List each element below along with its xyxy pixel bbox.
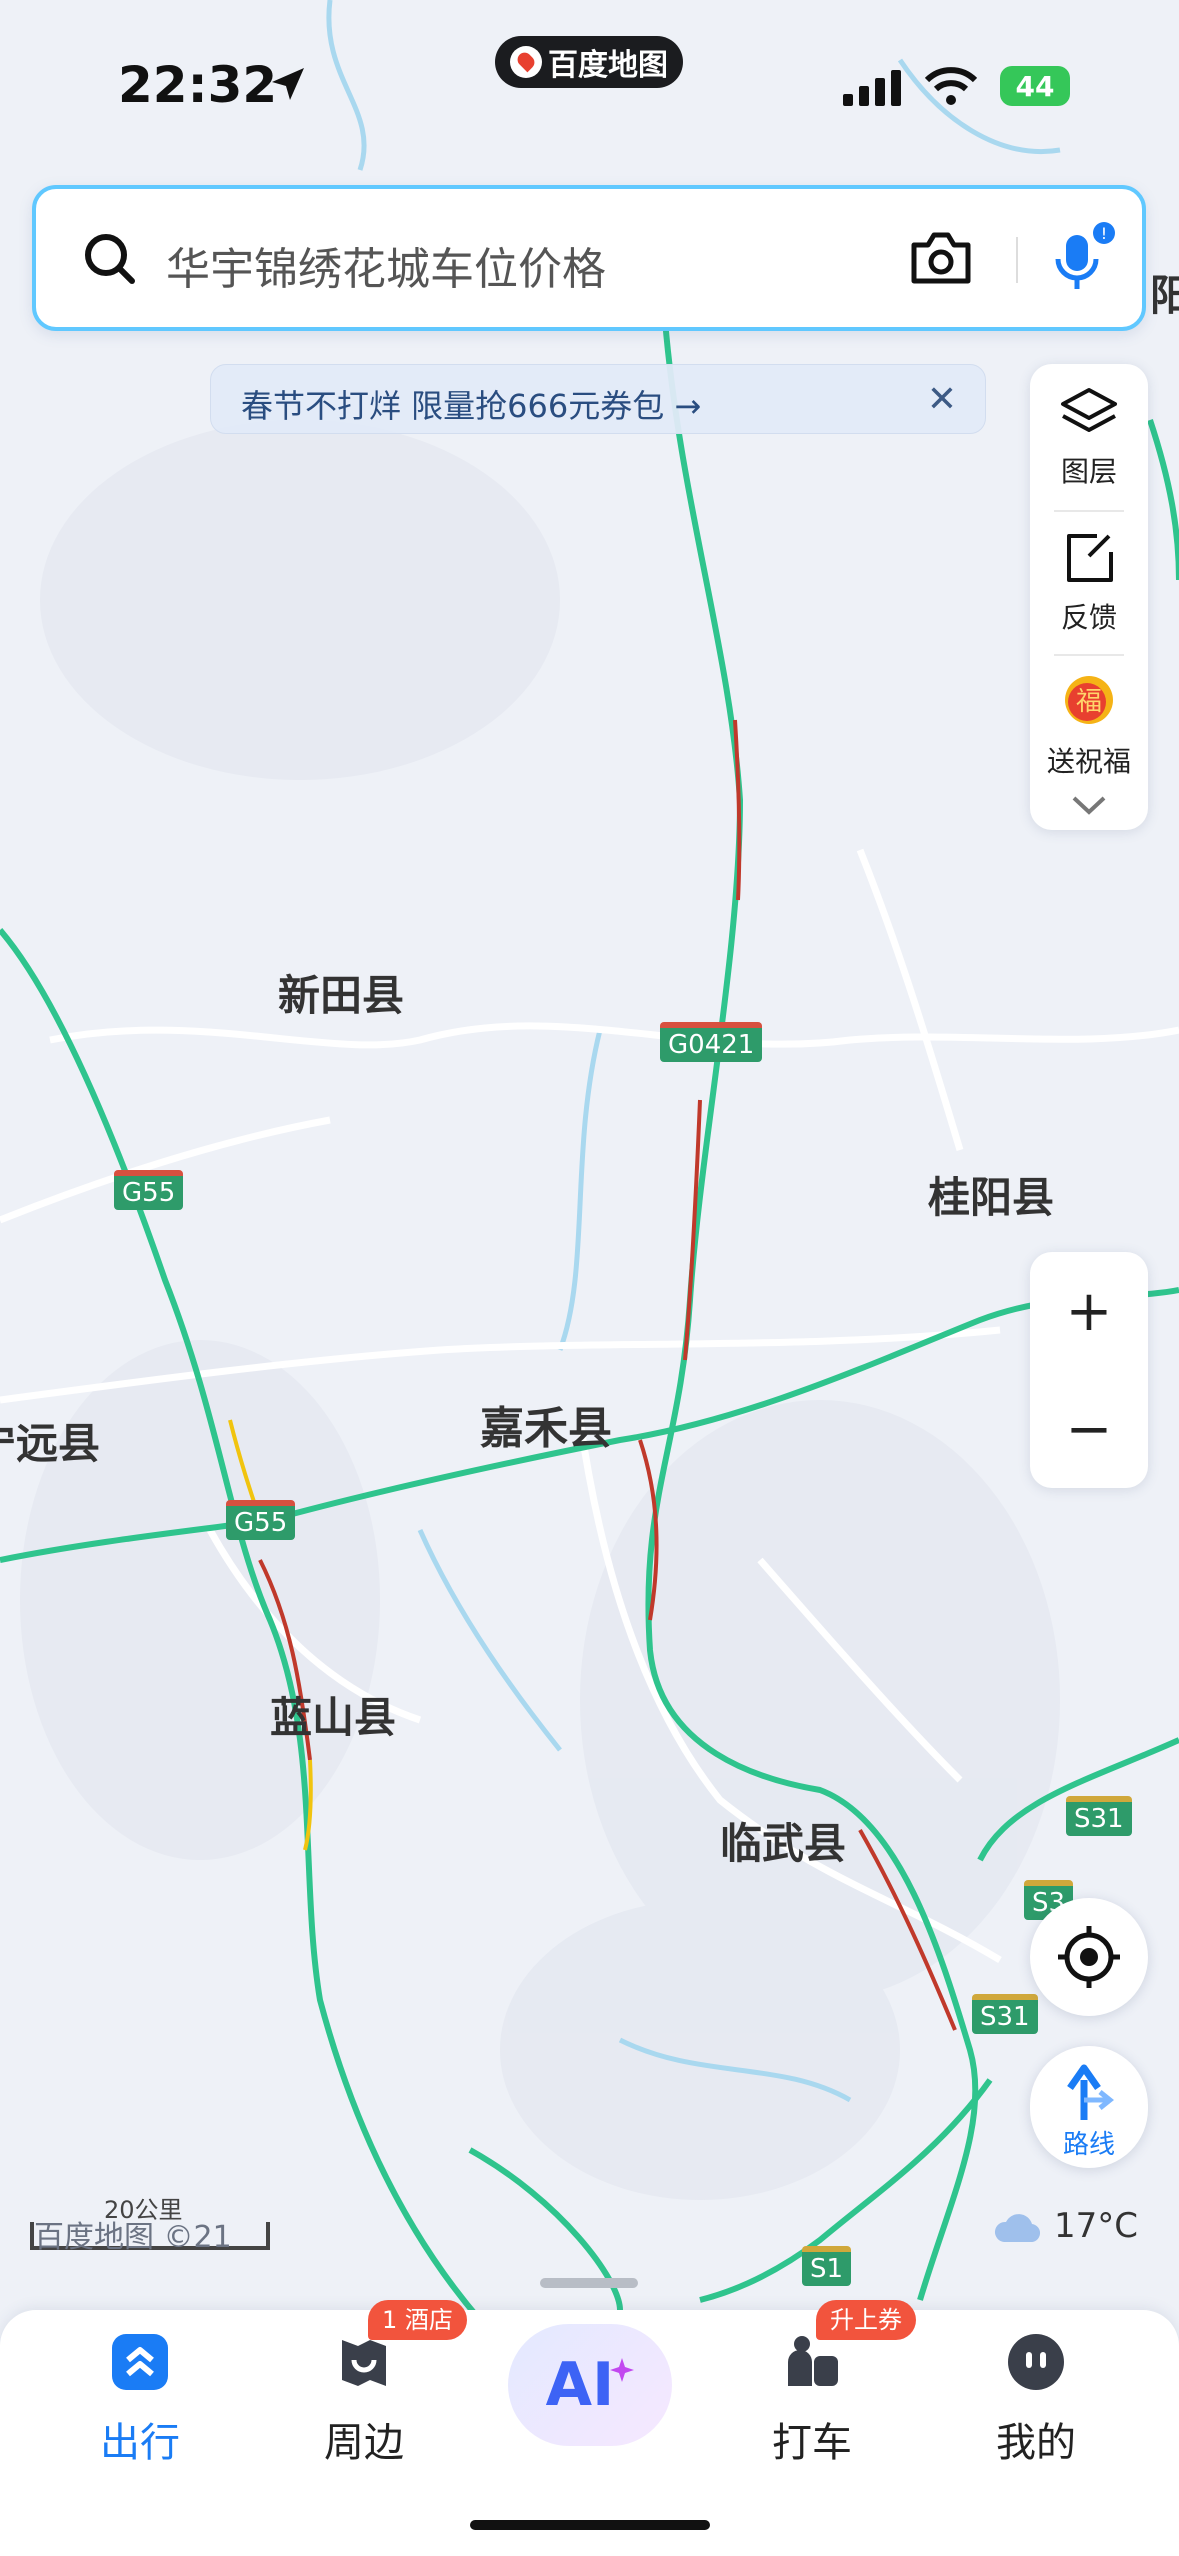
travel-icon bbox=[112, 2334, 168, 2390]
road-shield: S31 bbox=[1066, 1796, 1132, 1836]
app-indicator-label: 百度地图 bbox=[548, 48, 668, 83]
app-indicator[interactable]: 百度地图 bbox=[495, 36, 683, 88]
route-arrow-icon bbox=[1067, 2064, 1115, 2120]
place-label[interactable]: 新田县 bbox=[278, 962, 404, 1023]
place-label[interactable]: 蓝山县 bbox=[270, 1684, 396, 1745]
home-indicator bbox=[470, 2520, 710, 2530]
sparkle-icon bbox=[610, 2358, 635, 2382]
baidu-watermark: 百度地图 ©21 bbox=[34, 2220, 232, 2255]
search-input[interactable]: 华宇锦绣花城车位价格 bbox=[166, 233, 606, 297]
road-shield: G0421 bbox=[660, 1022, 763, 1062]
blessing-label: 送祝福 bbox=[1046, 745, 1131, 778]
zoom-in-button[interactable]: + bbox=[1030, 1252, 1148, 1370]
layers-icon bbox=[1061, 388, 1117, 432]
status-bar: 22:32 百度地图 44 bbox=[0, 0, 1179, 170]
map-tools-panel: 图层 反馈 福 送祝福 bbox=[1030, 364, 1148, 830]
road-shield: G55 bbox=[114, 1170, 184, 1210]
route-button[interactable]: 路线 bbox=[1030, 2046, 1148, 2168]
tab-badge: 升上券 bbox=[816, 2300, 916, 2340]
camera-icon[interactable] bbox=[908, 229, 974, 287]
search-bar[interactable]: 华宇锦绣花城车位价格 ! bbox=[32, 185, 1146, 331]
microphone-icon[interactable]: ! bbox=[1048, 219, 1118, 299]
tool-divider bbox=[1054, 510, 1124, 512]
tab-badge: 1 酒店 bbox=[368, 2300, 467, 2340]
baidu-maps-logo-icon bbox=[510, 46, 542, 78]
place-label[interactable]: 临武县 bbox=[720, 1810, 846, 1871]
blessing-button[interactable]: 福 送祝福 bbox=[1030, 670, 1148, 780]
promo-text[interactable]: 春节不打烊 限量抢666元券包 → bbox=[241, 381, 701, 427]
tab-label: 周边 bbox=[324, 2420, 404, 2466]
tab-label: 我的 bbox=[996, 2420, 1076, 2466]
place-label-partial[interactable]: 阳 bbox=[1150, 262, 1179, 323]
tab-nearby[interactable]: 1 酒店 周边 bbox=[264, 2300, 467, 2490]
profile-icon bbox=[1008, 2334, 1064, 2390]
chevron-down-icon[interactable] bbox=[1070, 794, 1108, 818]
svg-text:!: ! bbox=[1101, 224, 1107, 243]
road-shield: S31 bbox=[972, 1994, 1038, 2034]
sheet-drag-handle[interactable] bbox=[540, 2278, 638, 2288]
tab-label: 出行 bbox=[100, 2420, 180, 2466]
road-shield: S1 bbox=[802, 2246, 852, 2286]
layers-label: 图层 bbox=[1060, 455, 1117, 488]
feedback-label: 反馈 bbox=[1060, 601, 1117, 634]
weather-temperature[interactable]: 17°C bbox=[1054, 2206, 1138, 2246]
cloud-icon bbox=[995, 2214, 1040, 2243]
cellular-signal-icon bbox=[843, 70, 901, 106]
tab-travel[interactable]: 出行 bbox=[40, 2310, 240, 2490]
place-label[interactable]: 嘉禾县 bbox=[480, 1392, 612, 1456]
feedback-icon bbox=[1067, 534, 1113, 582]
battery-indicator: 44 bbox=[1000, 66, 1070, 106]
zoom-controls: + − bbox=[1030, 1252, 1148, 1488]
search-icon bbox=[85, 234, 135, 284]
wifi-icon bbox=[925, 67, 977, 105]
place-label[interactable]: 宁远县 bbox=[0, 1410, 100, 1471]
tab-taxi[interactable]: 升上券 打车 bbox=[712, 2300, 916, 2490]
tab-profile[interactable]: 我的 bbox=[936, 2310, 1136, 2490]
location-arrow-icon bbox=[272, 68, 304, 100]
zoom-out-button[interactable]: − bbox=[1030, 1370, 1148, 1488]
promo-close-button[interactable]: ✕ bbox=[927, 379, 957, 420]
svg-text:福: 福 bbox=[1076, 687, 1102, 717]
locate-button[interactable] bbox=[1030, 1898, 1148, 2016]
status-time: 22:32 bbox=[118, 56, 278, 114]
place-label[interactable]: 桂阳县 bbox=[928, 1164, 1054, 1225]
route-label: 路线 bbox=[1062, 2130, 1115, 2160]
blessing-icon: 福 bbox=[1065, 676, 1113, 724]
road-shield: G55 bbox=[226, 1500, 296, 1540]
search-divider bbox=[1016, 237, 1018, 283]
layers-button[interactable]: 图层 bbox=[1030, 386, 1148, 490]
crosshair-icon bbox=[1058, 1926, 1120, 1988]
ai-label: AI bbox=[545, 2350, 615, 2420]
ai-assistant-button[interactable]: AI bbox=[508, 2324, 672, 2446]
tool-divider bbox=[1054, 654, 1124, 656]
tab-label: 打车 bbox=[772, 2420, 852, 2466]
feedback-button[interactable]: 反馈 bbox=[1030, 530, 1148, 636]
promo-banner[interactable]: 春节不打烊 限量抢666元券包 → ✕ bbox=[210, 364, 986, 434]
